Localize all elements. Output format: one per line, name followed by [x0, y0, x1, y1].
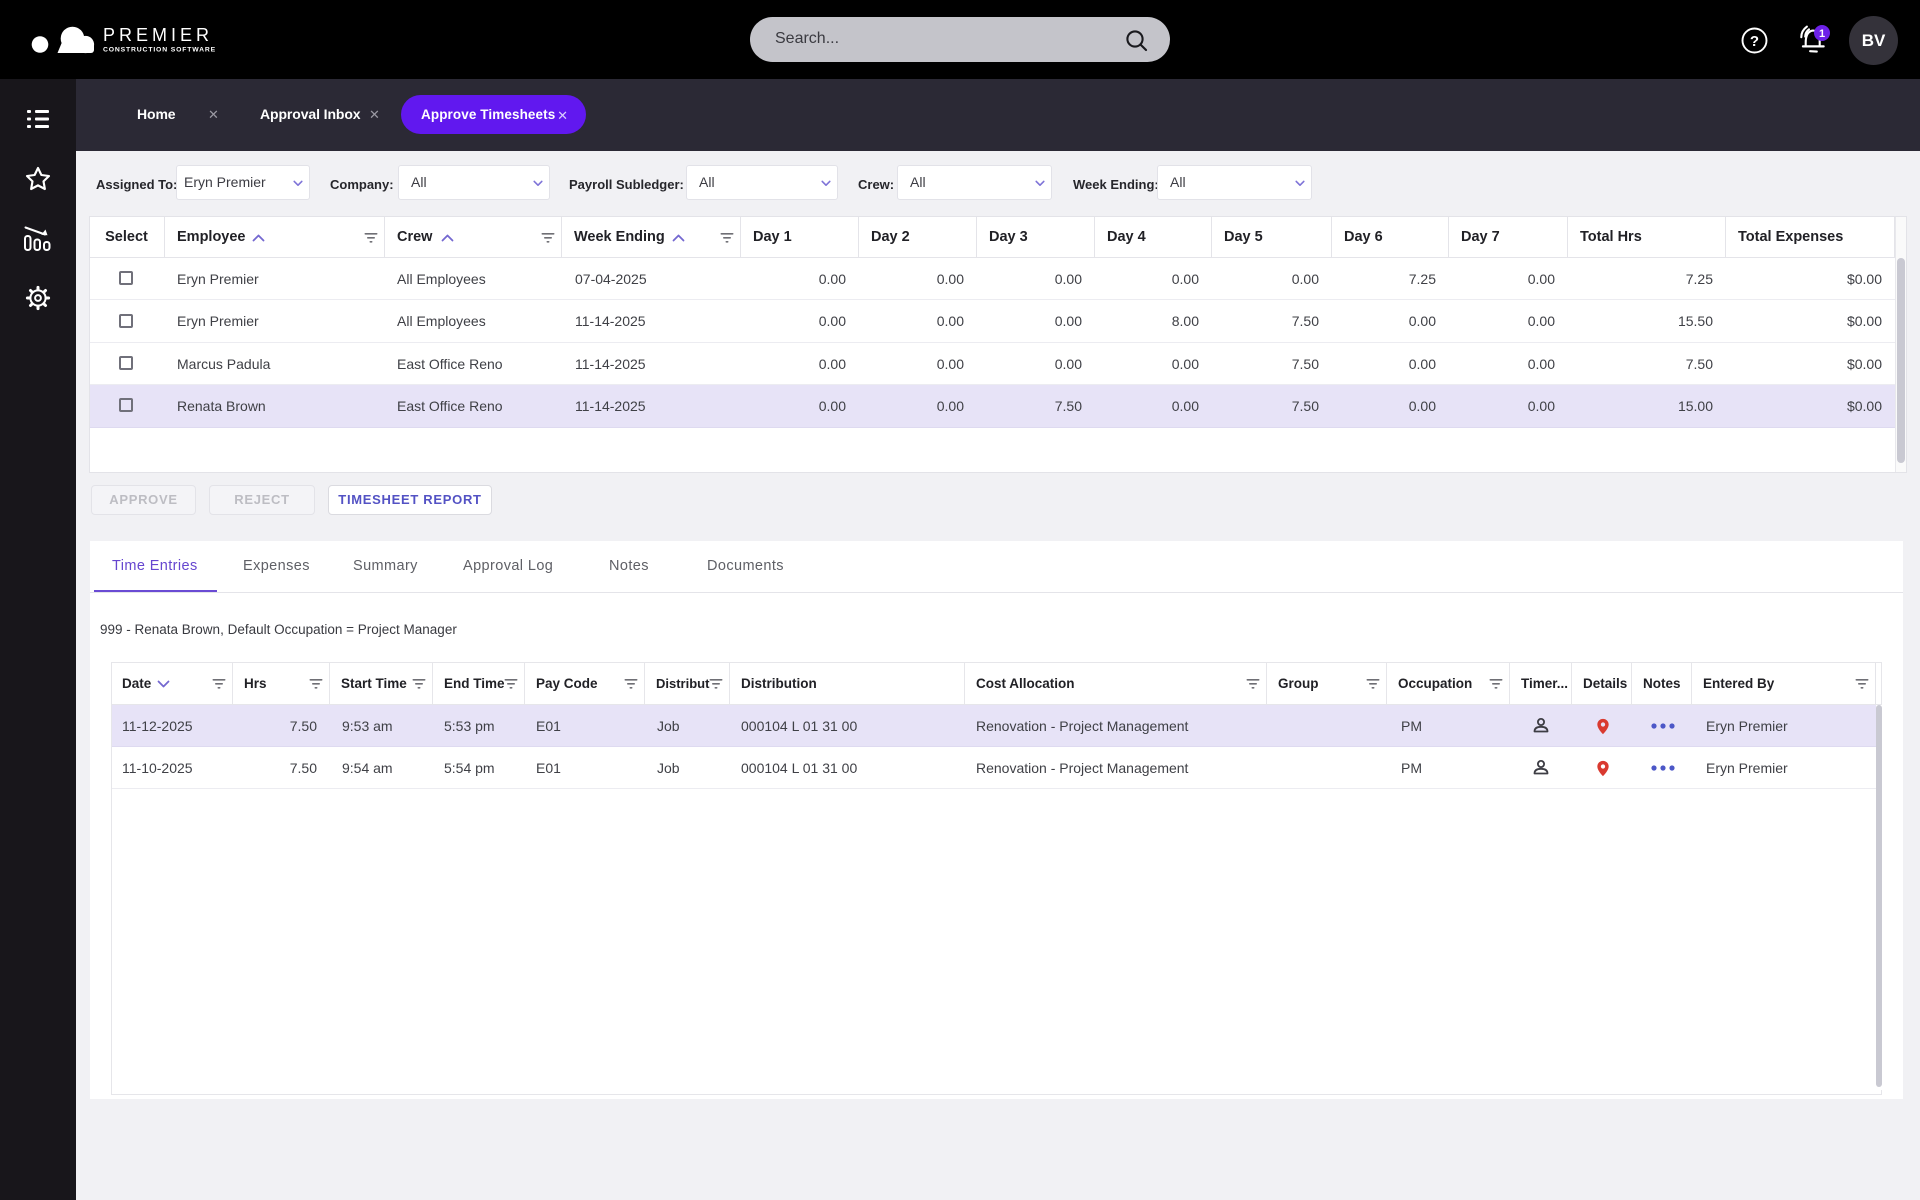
svg-text:?: ? [1750, 33, 1759, 50]
svg-text:CONSTRUCTION SOFTWARE: CONSTRUCTION SOFTWARE [103, 47, 216, 54]
svg-text:PREMIER: PREMIER [103, 25, 213, 45]
